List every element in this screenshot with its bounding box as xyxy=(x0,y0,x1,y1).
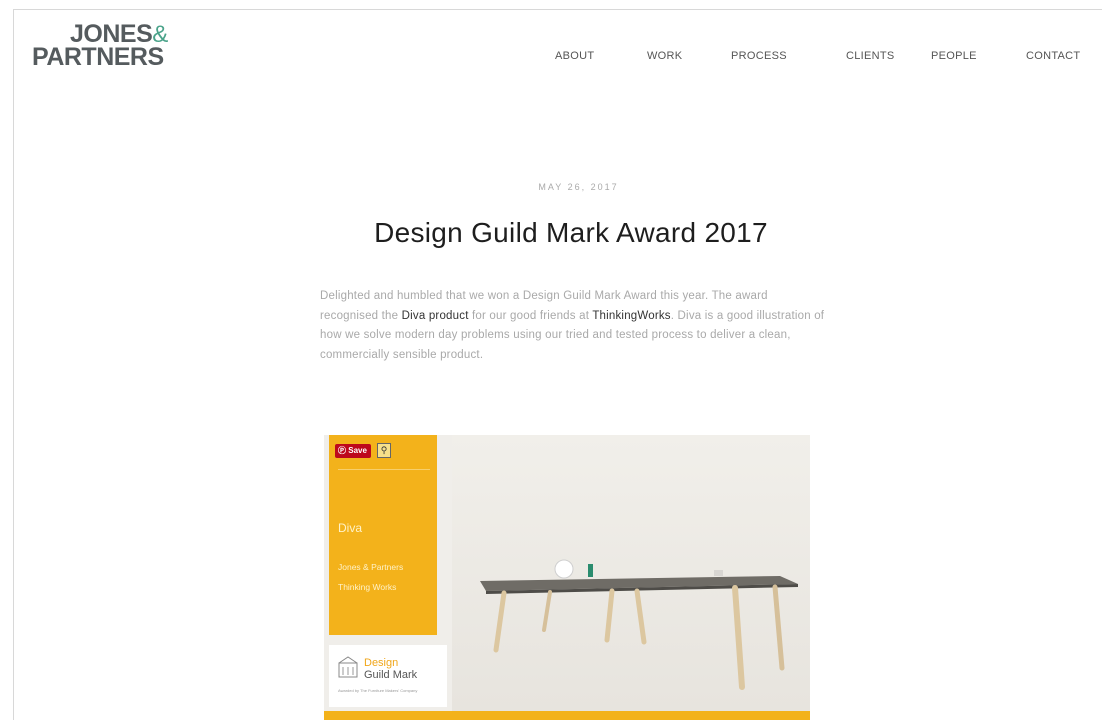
guild-emblem-icon xyxy=(338,656,358,678)
panel-designer: Jones & Partners xyxy=(338,562,404,572)
logo-line2: PARTNERS xyxy=(32,43,164,71)
post-date: MAY 26, 2017 xyxy=(538,182,619,192)
panel-divider xyxy=(338,462,430,470)
nav-item-contact[interactable]: CONTACT xyxy=(1026,50,1080,62)
award-image: Ⓟ Save ⚲ Diva Jones & Partners Thinking … xyxy=(324,435,810,720)
logo-text-design: Design xyxy=(364,657,399,669)
nav-item-work[interactable]: WORK xyxy=(647,50,682,62)
pinterest-icon: Ⓟ xyxy=(338,446,346,455)
table-photo xyxy=(452,435,810,711)
nav-item-about[interactable]: ABOUT xyxy=(555,50,594,62)
pinterest-save-button[interactable]: Ⓟ Save xyxy=(335,444,371,458)
jones-partners-logo[interactable]: JONES& PARTNERS xyxy=(32,22,168,71)
diva-table-illustration xyxy=(480,559,798,690)
body-text-2: for our good friends at xyxy=(468,309,593,322)
nav-item-clients[interactable]: CLIENTS xyxy=(846,50,895,62)
page-frame: JONES& PARTNERS ABOUT WORK PROCESS CLIEN… xyxy=(13,9,1102,720)
diva-product-link[interactable]: Diva product xyxy=(402,310,469,322)
post-title: Design Guild Mark Award 2017 xyxy=(374,217,768,248)
nav-item-process[interactable]: PROCESS xyxy=(731,50,787,62)
design-guild-mark-logo: Design Guild Mark Awarded by The Furnitu… xyxy=(329,645,447,707)
panel-product-name: Diva xyxy=(338,521,363,535)
pin-save-label: Save xyxy=(348,446,367,455)
thinkingworks-link[interactable]: ThinkingWorks xyxy=(592,310,670,322)
yellow-info-panel: Ⓟ Save ⚲ Diva Jones & Partners Thinking … xyxy=(329,435,437,635)
yellow-bottom-bar xyxy=(324,711,810,720)
panel-client: Thinking Works xyxy=(338,582,397,592)
logo-text-guild-mark: Guild Mark xyxy=(364,669,418,681)
zoom-icon[interactable]: ⚲ xyxy=(377,443,391,458)
post-body: Delighted and humbled that we won a Desi… xyxy=(320,287,825,365)
logo-small-print: Awarded by The Furniture Makers' Company xyxy=(338,688,418,693)
nav-item-people[interactable]: PEOPLE xyxy=(931,50,977,62)
